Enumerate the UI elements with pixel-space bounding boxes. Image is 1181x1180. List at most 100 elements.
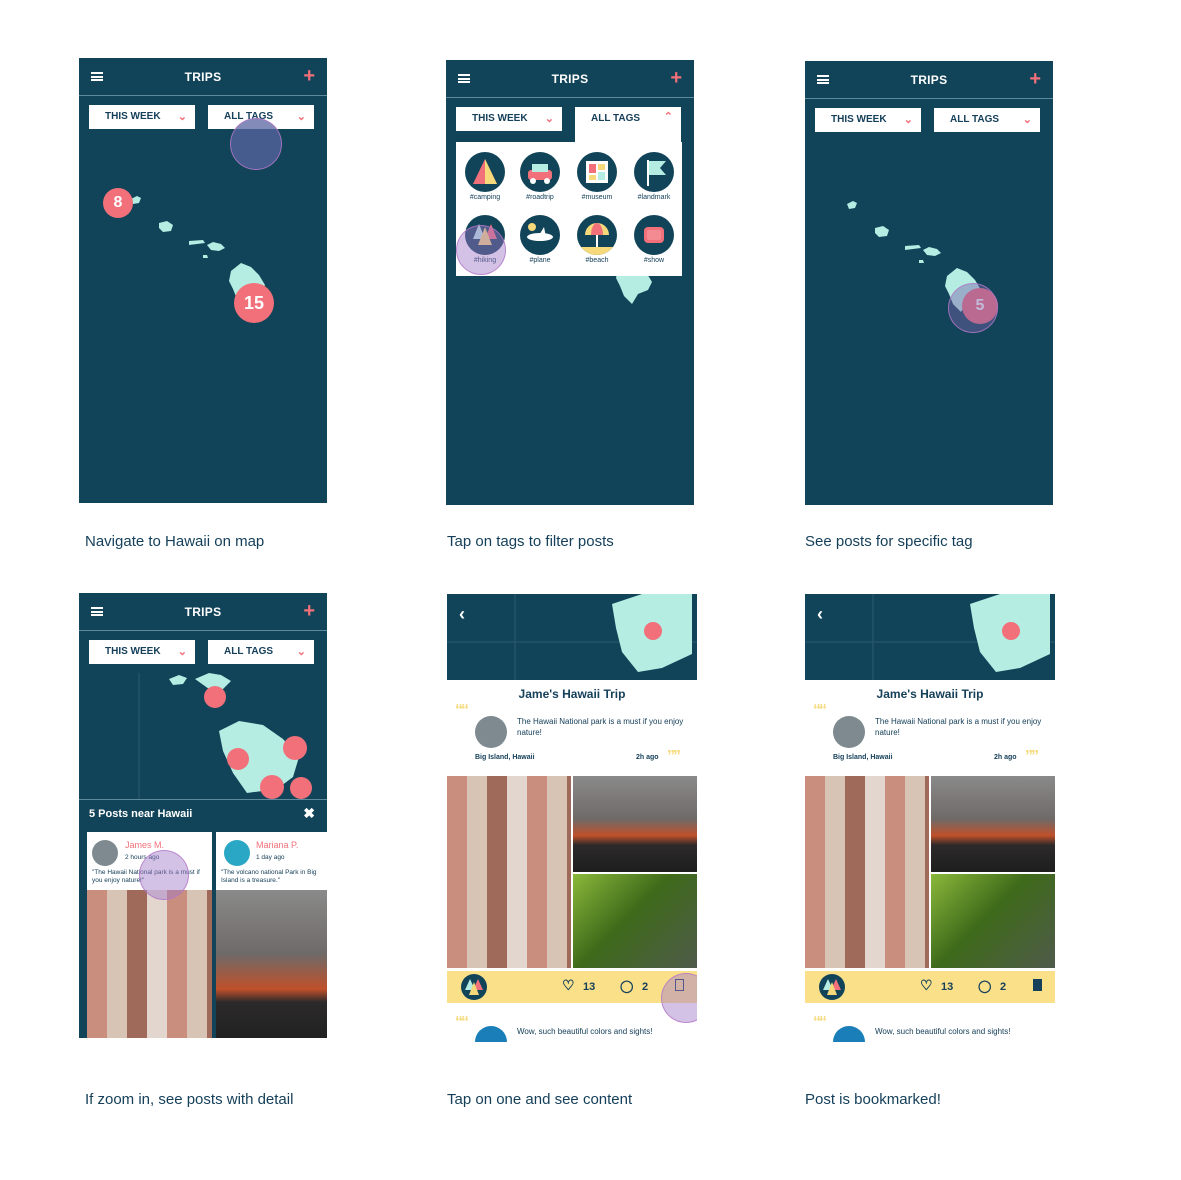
tag-label: #roadtrip — [526, 194, 554, 201]
quote-open-icon: ““ — [813, 702, 827, 719]
tag-hiking-badge[interactable] — [819, 974, 845, 1000]
tag-label: #museum — [581, 194, 613, 201]
screen-tag-picker: TRIPS + THIS WEEK ⌄ ALL TAGS ⌃ #camping … — [446, 60, 694, 505]
touch-indicator — [456, 225, 506, 275]
tag-show[interactable]: #show — [631, 215, 677, 264]
quote-open-icon: ““ — [455, 1014, 469, 1031]
caption: If zoom in, see posts with detail — [85, 1091, 294, 1108]
map-islands[interactable] — [79, 58, 327, 503]
back-icon[interactable]: ‹ — [459, 604, 465, 625]
avatar — [475, 1026, 507, 1042]
post-time: 2h ago — [994, 754, 1017, 761]
location-marker — [644, 622, 662, 640]
screen-post-detail: ‹ Jame's Hawaii Trip ““ The Hawaii Natio… — [447, 594, 697, 1042]
screen-posts-near: TRIPS + THIS WEEK ⌄ ALL TAGS ⌄ 5 Posts n… — [79, 593, 327, 1038]
umbrella-icon — [577, 215, 617, 255]
avatar — [92, 840, 118, 866]
quote-open-icon: ““ — [455, 702, 469, 719]
avatar — [475, 716, 507, 748]
post-location: Big Island, Hawaii — [833, 754, 893, 761]
tag-label: #camping — [469, 194, 501, 201]
tag-camping[interactable]: #camping — [462, 152, 508, 201]
trip-title: Jame's Hawaii Trip — [518, 687, 626, 701]
tag-roadtrip[interactable]: #roadtrip — [517, 152, 563, 201]
trip-title: Jame's Hawaii Trip — [876, 687, 984, 701]
gecko-photo — [573, 874, 697, 968]
tag-hiking-badge[interactable] — [461, 974, 487, 1000]
like-count: 13 — [583, 981, 596, 993]
post-quote: The Hawaii National park is a must if yo… — [875, 717, 1042, 737]
screen-post-bookmarked: ‹ Jame's Hawaii Trip ““ The Hawaii Natio… — [805, 594, 1055, 1042]
show-icon — [634, 215, 674, 255]
tag-landmark[interactable]: #landmark — [631, 152, 677, 201]
tag-beach[interactable]: #beach — [574, 215, 620, 264]
comment-count: 2 — [642, 981, 649, 993]
quote-close-icon: ”” — [1025, 748, 1039, 765]
shells-photo — [805, 776, 929, 968]
tag-label: #landmark — [637, 194, 671, 201]
volcano-photo — [573, 776, 697, 872]
map-zoomed[interactable] — [79, 593, 327, 799]
shells-photo — [87, 890, 212, 1038]
screen-filtered-map: TRIPS + THIS WEEK ⌄ ALL TAGS ⌄ 5 — [805, 61, 1053, 505]
tag-museum[interactable]: #museum — [574, 152, 620, 201]
caption: Tap on one and see content — [447, 1091, 633, 1108]
tag-label: #show — [643, 257, 665, 264]
comment-text: Wow, such beautiful colors and sights! — [875, 1027, 1011, 1036]
touch-indicator — [661, 973, 697, 1023]
touch-indicator — [139, 850, 189, 900]
close-icon[interactable]: ✖ — [303, 805, 315, 822]
sheet-title: 5 Posts near Hawaii — [89, 808, 193, 820]
tag-label: #plane — [529, 257, 551, 264]
author-name: James M. — [125, 840, 165, 850]
mini-map[interactable]: ‹ — [805, 594, 1055, 680]
touch-indicator — [230, 118, 282, 170]
posts-sheet: 5 Posts near Hawaii ✖ James M. 2 hours a… — [79, 799, 327, 1038]
location-marker — [1002, 622, 1020, 640]
comment-icon[interactable]: ◯ — [620, 979, 633, 993]
post-card[interactable]: Mariana P. 1 day ago "The volcano nation… — [216, 832, 327, 1038]
caption: Tap on tags to filter posts — [447, 533, 614, 550]
screen-map-overview: TRIPS + THIS WEEK ⌄ ALL TAGS ⌄ 8 15 — [79, 58, 327, 503]
post-time: 2h ago — [636, 754, 659, 761]
trees-icon — [819, 974, 845, 1000]
avatar — [833, 1026, 865, 1042]
caption: See posts for specific tag — [805, 533, 973, 550]
post-marker[interactable] — [290, 777, 312, 799]
post-time: 1 day ago — [256, 854, 285, 861]
tag-plane[interactable]: #plane — [517, 215, 563, 264]
plane-icon — [520, 215, 560, 255]
back-icon[interactable]: ‹ — [817, 604, 823, 625]
post-marker[interactable] — [227, 748, 249, 770]
avatar — [833, 716, 865, 748]
post-quote: "The volcano national Park in Big Island… — [221, 869, 317, 884]
bookmark-filled-icon[interactable] — [1033, 979, 1042, 991]
post-marker[interactable] — [204, 686, 226, 708]
post-marker[interactable] — [260, 775, 284, 799]
tag-label: #beach — [585, 257, 609, 264]
post-marker[interactable] — [283, 736, 307, 760]
like-count: 13 — [941, 981, 954, 993]
trees-icon — [461, 974, 487, 1000]
comment-text: Wow, such beautiful colors and sights! — [517, 1027, 653, 1036]
post-quote: The Hawaii National park is a must if yo… — [517, 717, 684, 737]
quote-close-icon: ”” — [667, 748, 681, 765]
shells-photo — [447, 776, 571, 968]
caption: Post is bookmarked! — [805, 1091, 941, 1108]
like-icon[interactable]: ♡ — [920, 977, 933, 994]
cluster-marker[interactable]: 15 — [234, 283, 274, 323]
post-action-bar: ♡ 13 ◯ 2 — [447, 971, 697, 1003]
map-islands[interactable] — [805, 61, 1053, 505]
volcano-photo — [931, 776, 1055, 872]
avatar — [224, 840, 250, 866]
cluster-marker[interactable]: 8 — [103, 188, 133, 218]
flag-icon — [634, 152, 674, 192]
post-action-bar: ♡ 13 ◯ 2 — [805, 971, 1055, 1003]
touch-indicator — [948, 283, 998, 333]
comment-icon[interactable]: ◯ — [978, 979, 991, 993]
gecko-photo — [931, 874, 1055, 968]
museum-icon — [577, 152, 617, 192]
like-icon[interactable]: ♡ — [562, 977, 575, 994]
map-islands[interactable] — [446, 60, 694, 505]
mini-map[interactable]: ‹ — [447, 594, 697, 680]
